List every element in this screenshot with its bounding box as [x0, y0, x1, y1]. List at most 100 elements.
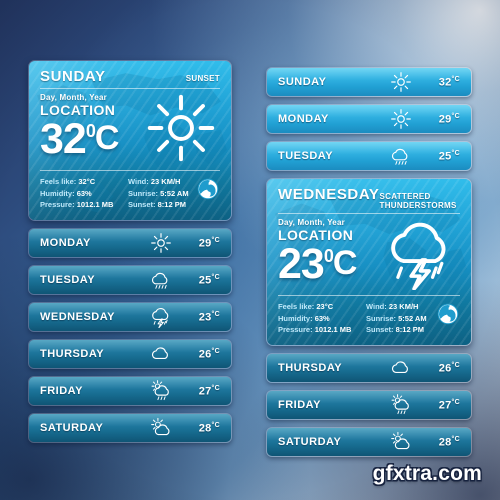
card-header: WEDNESDAY SCATTERED THUNDERSTORMS [278, 186, 460, 214]
forecast-row[interactable]: TUESDAY 25°C [28, 264, 232, 295]
right-forecast-list-top: SUNDAY 32°C MONDAY 29°C TUESDAY 25°C [266, 67, 472, 171]
details-column-right: Wind: 23 KM/H Sunrise: 5:52 AM Sunset: 8… [366, 301, 436, 336]
degree-symbol: 0 [323, 246, 334, 267]
forecast-row[interactable]: THURSDAY 26°C [28, 338, 232, 369]
main-weather-card-wednesday[interactable]: WEDNESDAY SCATTERED THUNDERSTORMS Day, M… [266, 178, 472, 346]
forecast-row[interactable]: THURSDAY 26°C [266, 352, 472, 383]
card-condition-label: SCATTERED THUNDERSTORMS [379, 192, 457, 210]
card-condition-label: SUNSET [185, 74, 220, 83]
forecast-temperature: 26°C [198, 347, 220, 361]
pressure-label: Pressure: [278, 325, 313, 335]
forecast-row[interactable]: TUESDAY 25°C [266, 141, 472, 171]
card-details: Feels like: 32°C Humidity: 63% Pressure:… [40, 176, 220, 211]
card-divider [40, 170, 220, 171]
forecast-temperature: 28°C [198, 421, 220, 435]
sunset-value: 8:12 PM [395, 325, 424, 335]
wind-row: Wind: 23 KM/H [366, 301, 436, 313]
feels-like-label: Feels like: [40, 177, 77, 186]
forecast-day-label: SATURDAY [278, 435, 342, 448]
sunrise-row: Sunrise: 5:52 AM [366, 313, 436, 325]
forecast-day-label: THURSDAY [278, 361, 343, 374]
cloud-icon [148, 343, 174, 365]
unit-symbol: C [94, 119, 120, 158]
globe-icon [436, 302, 460, 326]
forecast-day-label: TUESDAY [40, 273, 96, 286]
humidity-label: Humidity: [278, 313, 313, 323]
card-details: Feels like: 23°C Humidity: 63% Pressure:… [278, 301, 460, 336]
sunrise-row: Sunrise: 5:52 AM [128, 188, 196, 200]
feels-like-row: Feels like: 32°C [40, 176, 128, 188]
humidity-label: Humidity: [40, 188, 75, 198]
rain-cloud-icon [148, 269, 174, 291]
degree-symbol: 0 [85, 121, 96, 142]
forecast-temperature: 25°C [438, 149, 460, 163]
left-forecast-list: MONDAY 29°C TUESDAY 25°C WEDNESDAY 23°C THURSD… [28, 227, 232, 443]
feels-like-row: Feels like: 23°C [278, 301, 366, 313]
main-weather-card-sunday[interactable]: SUNDAY SUNSET Day, Month, Year LOCATION … [28, 60, 232, 221]
sunset-value: 8:12 PM [157, 200, 186, 210]
card-body: Day, Month, Year LOCATION 32 0 C [40, 89, 220, 165]
sun-icon [148, 232, 174, 254]
forecast-day-label: FRIDAY [278, 398, 321, 411]
feels-like-label: Feels like: [278, 302, 315, 311]
forecast-temperature: 32°C [438, 75, 460, 89]
wind-row: Wind: 23 KM/H [128, 176, 196, 188]
card-header: SUNDAY SUNSET [40, 68, 220, 89]
wind-value: 23 KM/H [388, 302, 419, 311]
watermark: gfxtra.com [372, 462, 482, 485]
card-temperature: 32 0 C [40, 115, 142, 164]
sun-cloud-icon [388, 431, 414, 453]
cloud-icon [388, 357, 414, 379]
details-column-left: Feels like: 23°C Humidity: 63% Pressure:… [278, 301, 366, 336]
details-column-left: Feels like: 32°C Humidity: 63% Pressure:… [40, 176, 128, 211]
forecast-day-label: MONDAY [40, 236, 91, 249]
forecast-day-label: SUNDAY [278, 76, 327, 88]
forecast-temperature: 28°C [438, 435, 460, 449]
forecast-row[interactable]: WEDNESDAY 23°C [28, 301, 232, 332]
sunrise-label: Sunrise: [366, 313, 397, 323]
sunset-label: Sunset: [128, 200, 156, 210]
forecast-row[interactable]: FRIDAY 27°C [28, 375, 232, 406]
forecast-row[interactable]: MONDAY 29°C [28, 227, 232, 258]
sun-icon [388, 108, 414, 130]
forecast-row[interactable]: SUNDAY 32°C [266, 67, 472, 97]
pressure-value: 1012.1 MB [314, 325, 352, 335]
pressure-row: Pressure: 1012.1 MB [278, 324, 366, 336]
details-column-right: Wind: 23 KM/H Sunrise: 5:52 AM Sunset: 8… [128, 176, 196, 211]
forecast-day-label: MONDAY [278, 113, 329, 125]
card-body: Day, Month, Year LOCATION 23 0 C [278, 214, 460, 290]
wind-label: Wind: [366, 302, 387, 311]
forecast-temperature: 29°C [198, 236, 220, 250]
forecast-day-label: FRIDAY [40, 384, 83, 397]
sun-icon [142, 91, 220, 165]
thunderstorm-icon [382, 216, 460, 290]
humidity-value: 63% [314, 313, 330, 323]
pressure-row: Pressure: 1012.1 MB [40, 199, 128, 211]
wind-label: Wind: [128, 177, 149, 186]
card-date-label: Day, Month, Year [278, 218, 345, 227]
forecast-temperature: 23°C [198, 310, 220, 324]
forecast-row[interactable]: MONDAY 29°C [266, 104, 472, 134]
left-column: SUNDAY SUNSET Day, Month, Year LOCATION … [28, 60, 232, 443]
unit-symbol: C [332, 244, 358, 283]
sun-cloud-rain-icon [388, 393, 414, 416]
forecast-day-label: THURSDAY [40, 347, 105, 360]
sun-icon [388, 71, 414, 93]
sun-cloud-rain-icon [148, 379, 174, 402]
sunset-row: Sunset: 8:12 PM [366, 324, 436, 336]
sunset-row: Sunset: 8:12 PM [128, 199, 196, 211]
forecast-row[interactable]: SATURDAY 28°C [266, 426, 472, 457]
right-column: SUNDAY 32°C MONDAY 29°C TUESDAY 25°C WEDNESDA… [266, 60, 472, 457]
forecast-temperature: 27°C [198, 384, 220, 398]
card-day-label: WEDNESDAY [278, 186, 380, 203]
forecast-temperature: 27°C [438, 398, 460, 412]
humidity-row: Humidity: 63% [40, 188, 128, 200]
rain-cloud-icon [388, 145, 414, 167]
humidity-value: 63% [76, 188, 92, 198]
card-temperature-value: 32 [40, 115, 87, 164]
forecast-row[interactable]: SATURDAY 28°C [28, 412, 232, 443]
forecast-temperature: 26°C [438, 361, 460, 375]
pressure-label: Pressure: [40, 200, 75, 210]
forecast-row[interactable]: FRIDAY 27°C [266, 389, 472, 420]
forecast-day-label: SATURDAY [40, 421, 104, 434]
